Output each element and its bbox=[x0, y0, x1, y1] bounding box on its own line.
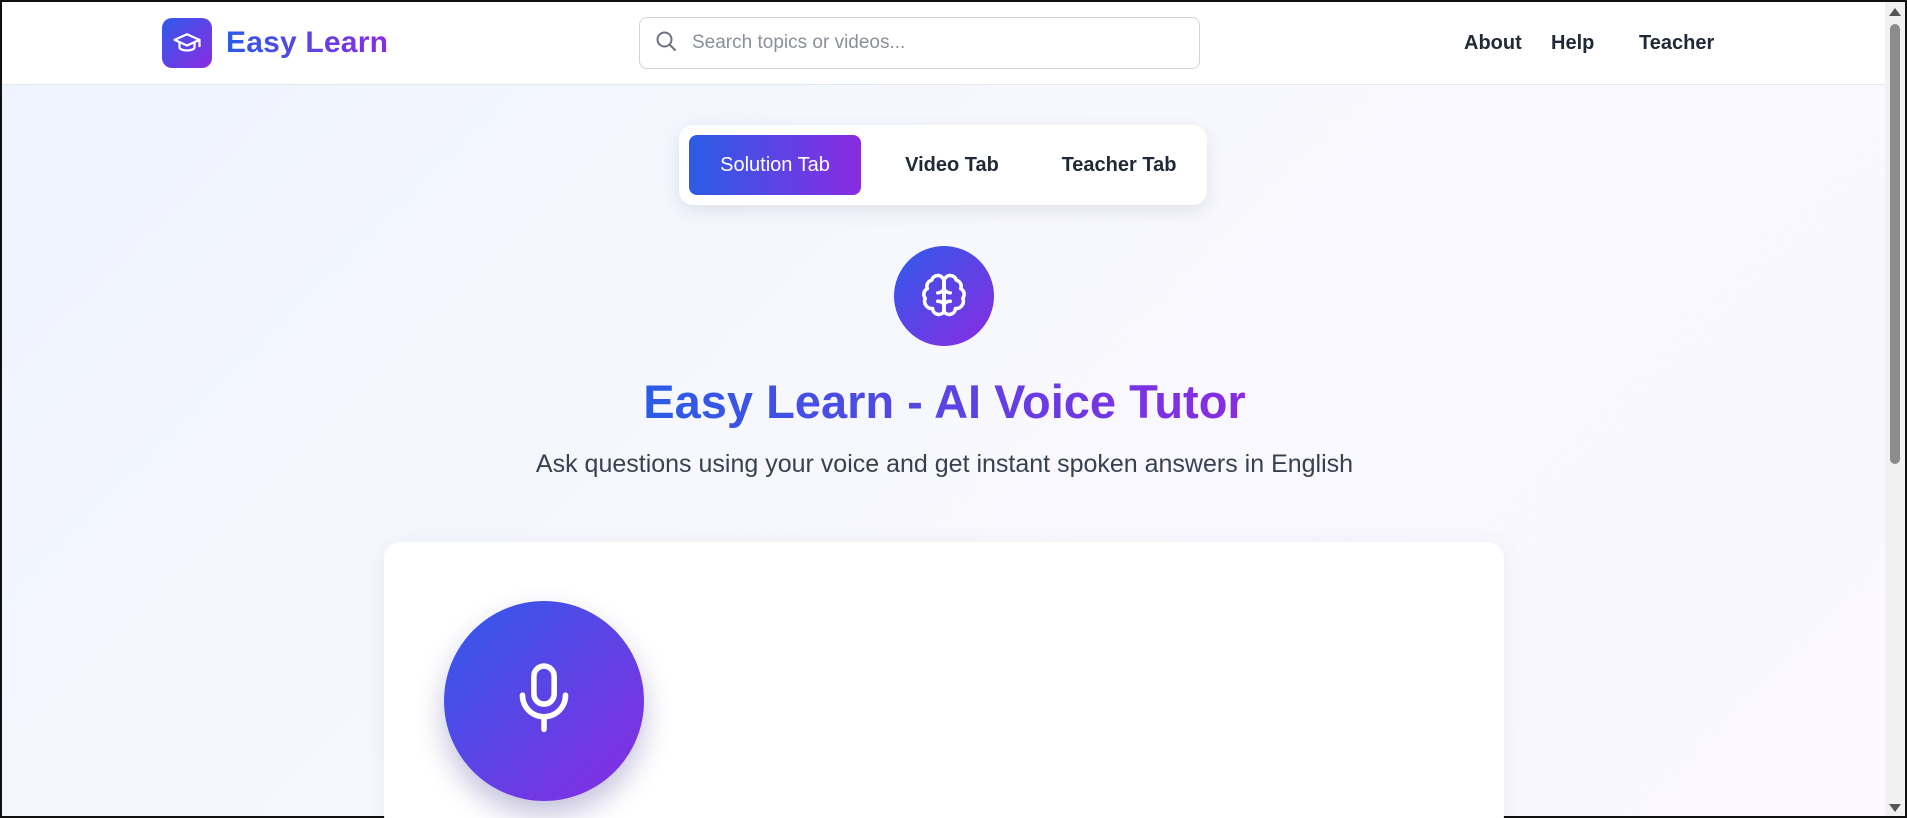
tab-teacher[interactable]: Teacher Tab bbox=[1039, 135, 1199, 195]
graduation-cap-icon bbox=[162, 18, 212, 68]
tab-video[interactable]: Video Tab bbox=[869, 135, 1035, 195]
search-input[interactable] bbox=[690, 31, 1174, 55]
brand-logo[interactable]: Easy Learn bbox=[162, 18, 388, 68]
page-title-text: Easy Learn - AI Voice Tutor bbox=[643, 375, 1246, 428]
voice-card bbox=[384, 542, 1504, 818]
brain-icon bbox=[894, 246, 994, 346]
brand-name: Easy Learn bbox=[226, 26, 389, 59]
page-subtitle: Ask questions using your voice and get i… bbox=[535, 450, 1354, 478]
search-icon bbox=[654, 29, 678, 58]
scroll-down-arrow-icon[interactable] bbox=[1889, 804, 1901, 812]
scrollbar-thumb[interactable] bbox=[1890, 24, 1900, 464]
top-header: Easy Learn About Help Teacher bbox=[2, 2, 1887, 85]
tab-solution[interactable]: Solution Tab bbox=[689, 135, 861, 195]
page-title: Easy Learn - AI Voice Tutor bbox=[2, 374, 1887, 429]
search-box[interactable] bbox=[639, 17, 1200, 69]
nav-teacher-link[interactable]: Teacher bbox=[1639, 32, 1714, 55]
microphone-button[interactable] bbox=[444, 601, 644, 801]
page-scrollbar[interactable] bbox=[1885, 2, 1905, 816]
nav-about-link[interactable]: About bbox=[1464, 32, 1522, 55]
nav-help-link[interactable]: Help bbox=[1551, 32, 1594, 55]
tab-bar: Solution Tab Video Tab Teacher Tab bbox=[679, 125, 1207, 205]
scroll-up-arrow-icon[interactable] bbox=[1889, 8, 1901, 16]
microphone-icon bbox=[513, 661, 575, 742]
